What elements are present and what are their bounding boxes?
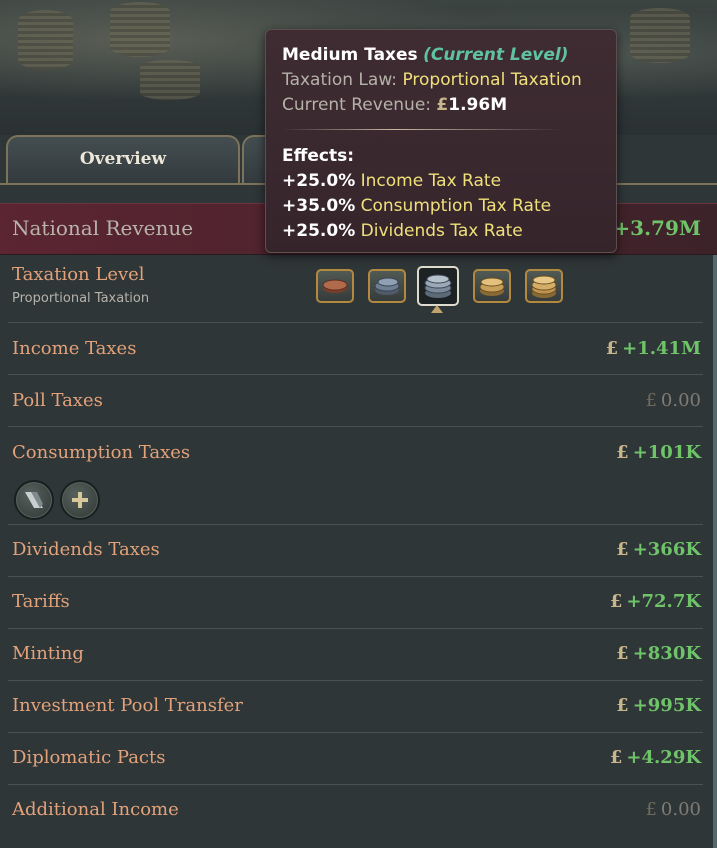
tab-overview[interactable]: Overview: [6, 135, 240, 185]
tooltip-effects-label: Effects:: [282, 146, 355, 166]
divider: [8, 524, 703, 525]
diplomatic-pacts-label: Diplomatic Pacts: [12, 747, 166, 768]
tooltip-revenue-label: Current Revenue:: [282, 95, 432, 115]
tab-overview-label: Overview: [79, 149, 167, 169]
copper-coins-icon: [322, 279, 348, 293]
additional-income-value: £0.00: [645, 799, 701, 820]
tooltip-title-line: Medium Taxes (Current Level): [282, 45, 568, 65]
divider: [8, 322, 703, 323]
consumption-taxes-value: £ +101K: [616, 442, 701, 463]
tooltip-effect-name: Consumption Tax Rate: [360, 196, 552, 216]
add-consumption-tax-button[interactable]: [60, 480, 100, 520]
tax-level-tooltip: Medium Taxes (Current Level) Taxation La…: [265, 29, 617, 253]
tooltip-revenue-value: 1.96M: [448, 95, 508, 115]
tooltip-effect-row: +25.0% Income Tax Rate: [282, 171, 501, 191]
gold-coins-icon: [479, 277, 505, 296]
tariffs-value: £ +72.7K: [609, 591, 701, 612]
tooltip-current-tag: (Current Level): [423, 45, 569, 65]
divider: [8, 784, 703, 785]
pound-icon: £: [616, 643, 629, 664]
tax-level-low-button[interactable]: [368, 269, 406, 303]
tooltip-title: Medium Taxes: [282, 45, 418, 65]
tooltip-separator: [282, 129, 562, 130]
divider: [8, 628, 703, 629]
tooltip-effect-row: +35.0% Consumption Tax Rate: [282, 196, 551, 216]
pound-icon: £: [605, 338, 619, 359]
pound-icon: £: [609, 747, 623, 768]
pound-icon: £: [616, 695, 629, 716]
income-taxes-value: £ +1.41M: [605, 338, 701, 359]
tooltip-effect-value: +35.0%: [282, 196, 356, 216]
additional-income-label: Additional Income: [12, 799, 179, 820]
divider: [8, 426, 703, 427]
pound-icon: £: [609, 591, 623, 612]
scrollbar[interactable]: [713, 255, 717, 848]
tooltip-effect-name: Dividends Tax Rate: [360, 221, 523, 241]
divider: [8, 576, 703, 577]
pound-icon: £: [616, 539, 629, 560]
national-revenue-label: National Revenue: [12, 216, 194, 240]
divider: [8, 732, 703, 733]
dividends-taxes-value: £ +366K: [616, 539, 701, 560]
selected-level-pointer: [431, 305, 443, 313]
coin-stack-decoration: [18, 10, 73, 70]
silver-coin-stack-icon: [424, 274, 452, 298]
minting-label: Minting: [12, 643, 84, 664]
national-revenue-value: +3.79M: [613, 216, 701, 240]
diplomatic-pacts-value: £ +4.29K: [609, 747, 701, 768]
tooltip-law-value: Proportional Taxation: [402, 70, 582, 90]
tooltip-law-label: Taxation Law:: [282, 70, 398, 90]
dividends-taxes-label: Dividends Taxes: [12, 539, 160, 560]
poll-taxes-label: Poll Taxes: [12, 390, 103, 411]
tooltip-effect-value: +25.0%: [282, 171, 356, 191]
tooltip-effect-name: Income Tax Rate: [360, 171, 502, 191]
investment-pool-transfer-value: £ +995K: [616, 695, 701, 716]
minting-value: £ +830K: [616, 643, 701, 664]
tax-level-medium-button[interactable]: [417, 266, 459, 306]
income-taxes-label: Income Taxes: [12, 338, 137, 359]
tooltip-effect-value: +25.0%: [282, 221, 356, 241]
coin-stack-decoration: [110, 2, 170, 57]
tooltip-revenue-line: Current Revenue: £1.96M: [282, 95, 507, 115]
consumption-goods-button[interactable]: [14, 480, 54, 520]
coin-stack-decoration: [140, 60, 200, 100]
tariffs-label: Tariffs: [12, 591, 70, 612]
tooltip-effect-row: +25.0% Dividends Tax Rate: [282, 221, 523, 241]
taxation-law-subtitle: Proportional Taxation: [12, 291, 150, 306]
pound-icon: £: [645, 799, 657, 820]
tax-level-very-high-button[interactable]: [525, 269, 563, 303]
pound-icon: £: [436, 95, 449, 115]
tax-level-very-low-button[interactable]: [316, 269, 354, 303]
tooltip-law-line: Taxation Law: Proportional Taxation: [282, 70, 582, 90]
coin-stack-decoration: [630, 8, 690, 63]
taxation-level-title: Taxation Level: [12, 264, 145, 285]
pound-icon: £: [645, 390, 657, 411]
gold-coin-stack-icon: [531, 275, 557, 298]
tax-level-high-button[interactable]: [473, 269, 511, 303]
poll-taxes-value: £0.00: [645, 390, 701, 411]
goods-icon: [25, 492, 43, 508]
pound-icon: £: [616, 442, 629, 463]
investment-pool-transfer-label: Investment Pool Transfer: [12, 695, 243, 716]
divider: [8, 374, 703, 375]
plus-icon: [72, 492, 88, 508]
divider: [8, 680, 703, 681]
silver-coins-icon: [374, 277, 400, 295]
consumption-taxes-label: Consumption Taxes: [12, 442, 191, 463]
